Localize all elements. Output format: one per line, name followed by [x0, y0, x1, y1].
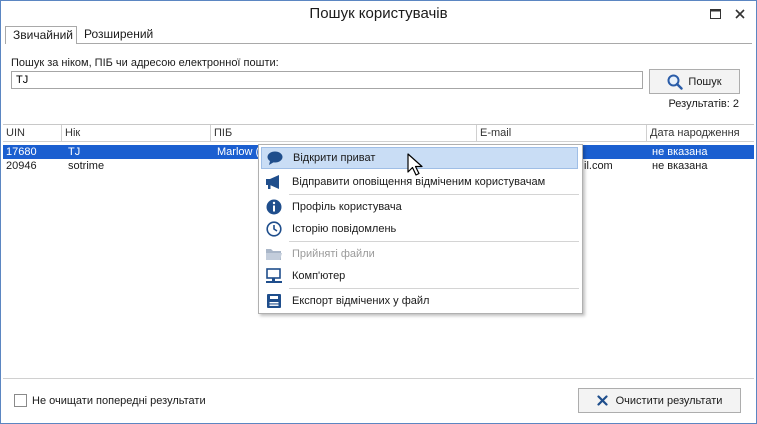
- cell-uin: 20946: [6, 160, 37, 172]
- menu-item-message-history[interactable]: Історію повідомлень: [261, 218, 578, 240]
- menu-separator: [289, 194, 579, 195]
- keep-results-option[interactable]: Не очищати попередні результати: [14, 394, 206, 407]
- info-icon: [264, 198, 284, 216]
- cell-name: Marlow (: [217, 146, 260, 158]
- close-button[interactable]: [730, 5, 750, 23]
- menu-item-label: Прийняті файли: [292, 248, 375, 260]
- maximize-button[interactable]: [705, 5, 725, 23]
- menu-item-label: Історію повідомлень: [292, 223, 397, 235]
- tab-divider: [5, 43, 752, 44]
- footer-divider: [3, 378, 754, 379]
- computer-icon: [264, 267, 284, 285]
- menu-separator: [289, 241, 579, 242]
- menu-item-label: Профіль користувача: [292, 201, 402, 213]
- results-count: Результатів: 2: [668, 98, 739, 110]
- search-button-label: Пошук: [688, 75, 722, 88]
- cell-birthdate: не вказана: [652, 160, 708, 172]
- cell-nick: sotrime: [68, 160, 105, 172]
- cell-email: il.com: [584, 160, 613, 172]
- chat-bubble-icon: [265, 149, 285, 167]
- column-header-uin[interactable]: UIN: [3, 125, 62, 141]
- search-icon: [667, 74, 684, 90]
- close-icon: [735, 9, 745, 19]
- menu-item-received-files[interactable]: Прийняті файли: [261, 243, 578, 265]
- menu-item-user-profile[interactable]: Профіль користувача: [261, 196, 578, 218]
- search-button[interactable]: Пошук: [649, 69, 740, 94]
- close-x-icon: [596, 395, 608, 406]
- export-icon: [264, 292, 284, 310]
- menu-item-computer[interactable]: Комп'ютер: [261, 265, 578, 287]
- search-users-window: Пошук користувачів Звичайний Розширений …: [0, 0, 757, 424]
- keep-results-checkbox[interactable]: [14, 394, 27, 407]
- title-bar: Пошук користувачів: [1, 1, 756, 28]
- megaphone-icon: [264, 173, 284, 191]
- column-header-name[interactable]: ПІБ: [211, 125, 477, 141]
- grid-header: UIN Нік ПІБ E-mail Дата народження: [3, 125, 754, 142]
- menu-item-export[interactable]: Експорт відмічених у файл: [261, 290, 578, 312]
- clear-results-button[interactable]: Очистити результати: [578, 388, 741, 413]
- window-title: Пошук користувачів: [309, 5, 448, 22]
- tab-simple[interactable]: Звичайний: [5, 26, 77, 44]
- menu-item-label: Експорт відмічених у файл: [292, 295, 430, 307]
- menu-item-label: Комп'ютер: [292, 270, 346, 282]
- cell-name: [214, 159, 261, 173]
- menu-separator: [289, 288, 579, 289]
- folder-icon: [264, 245, 284, 263]
- maximize-icon: [709, 9, 721, 19]
- column-header-birthdate[interactable]: Дата народження: [647, 125, 754, 141]
- search-input[interactable]: [11, 71, 643, 89]
- clear-results-label: Очистити результати: [615, 394, 723, 407]
- column-header-email[interactable]: E-mail: [477, 125, 647, 141]
- cell-birthdate: не вказана: [652, 146, 708, 158]
- menu-item-label: Відкрити приват: [293, 152, 376, 164]
- cell-uin: 17680: [6, 146, 37, 158]
- keep-results-label: Не очищати попередні результати: [32, 394, 206, 407]
- column-header-nick[interactable]: Нік: [62, 125, 211, 141]
- cell-nick: TJ: [68, 146, 81, 158]
- mouse-cursor-icon: [407, 153, 423, 176]
- search-label: Пошук за ніком, ПІБ чи адресою електронн…: [11, 57, 279, 69]
- clock-icon: [264, 220, 284, 238]
- tab-advanced[interactable]: Розширений: [77, 26, 157, 44]
- cell-email: [593, 145, 646, 159]
